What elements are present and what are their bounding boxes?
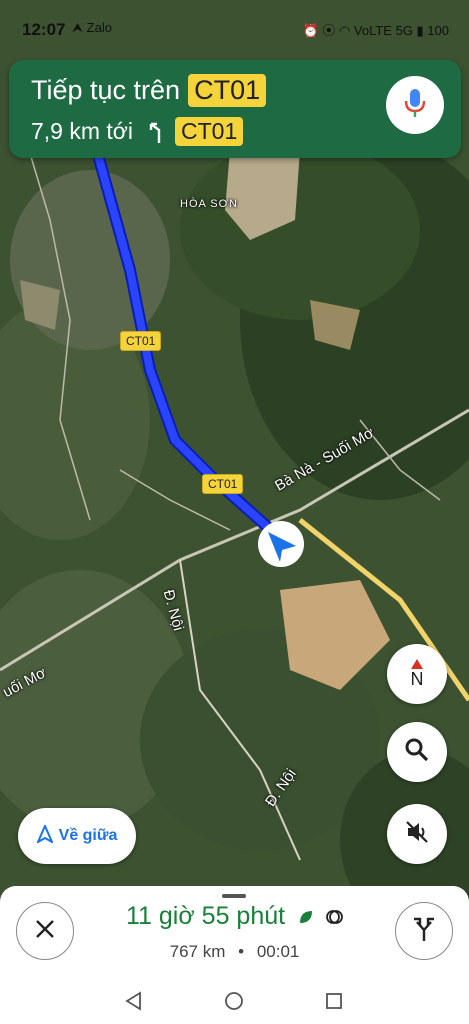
place-label: HÒA SƠN xyxy=(180,198,238,210)
recenter-button[interactable]: Về giữa xyxy=(18,808,136,864)
search-icon xyxy=(404,737,430,767)
back-icon[interactable] xyxy=(124,991,144,1015)
arrival-time: 00:01 xyxy=(256,942,300,961)
recents-icon[interactable] xyxy=(324,991,344,1015)
alternate-routes-button[interactable] xyxy=(395,902,453,960)
road-shield: CT01 xyxy=(175,117,244,146)
recenter-label: Về giữa xyxy=(58,827,118,844)
fork-route-icon xyxy=(412,916,436,946)
road-shield-ct01: CT01 xyxy=(202,474,244,494)
drag-handle[interactable] xyxy=(222,894,246,898)
primary-instruction: Tiếp tục trên CT01 xyxy=(31,74,267,107)
trip-summary-sheet[interactable]: 11 giờ 55 phút 767 km • 00:01 xyxy=(0,886,469,981)
eta-duration: 11 giờ 55 phút xyxy=(125,902,286,930)
turn-arrow-icon xyxy=(145,120,167,144)
navigation-banner[interactable]: Tiếp tục trên CT01 7,9 km tới CT01 xyxy=(9,60,461,158)
voice-search-button[interactable] xyxy=(386,76,444,134)
road-shield-ct01: CT01 xyxy=(120,331,162,351)
compass-button[interactable]: N xyxy=(387,644,447,704)
secondary-instruction: 7,9 km tới CT01 xyxy=(31,117,244,146)
instruction-text: Tiếp tục trên xyxy=(31,75,181,105)
toll-icon xyxy=(325,903,343,932)
system-status-icons: ⏰ ⦿ ◠ VoLTE 5G ▮ 100 xyxy=(302,23,449,38)
sound-off-icon xyxy=(404,819,430,849)
compass-icon xyxy=(411,658,423,669)
system-navigation-bar xyxy=(0,981,469,1024)
eco-leaf-icon xyxy=(298,903,314,932)
mute-button[interactable] xyxy=(387,804,447,864)
compass-letter: N xyxy=(410,668,424,689)
road-shield: CT01 xyxy=(188,74,267,107)
navigation-arrow-icon xyxy=(35,823,54,847)
home-icon[interactable] xyxy=(224,991,244,1015)
separator: • xyxy=(238,942,245,961)
clock: 12:07 xyxy=(22,20,66,39)
notification-icons: ⮝ Zalo xyxy=(72,20,112,35)
status-bar: 12:07 ⮝ Zalo ⏰ ⦿ ◠ VoLTE 5G ▮ 100 xyxy=(0,0,469,50)
mic-icon xyxy=(404,87,426,123)
next-distance: 7,9 km tới xyxy=(31,118,133,144)
search-button[interactable] xyxy=(387,722,447,782)
trip-distance: 767 km xyxy=(169,942,226,961)
